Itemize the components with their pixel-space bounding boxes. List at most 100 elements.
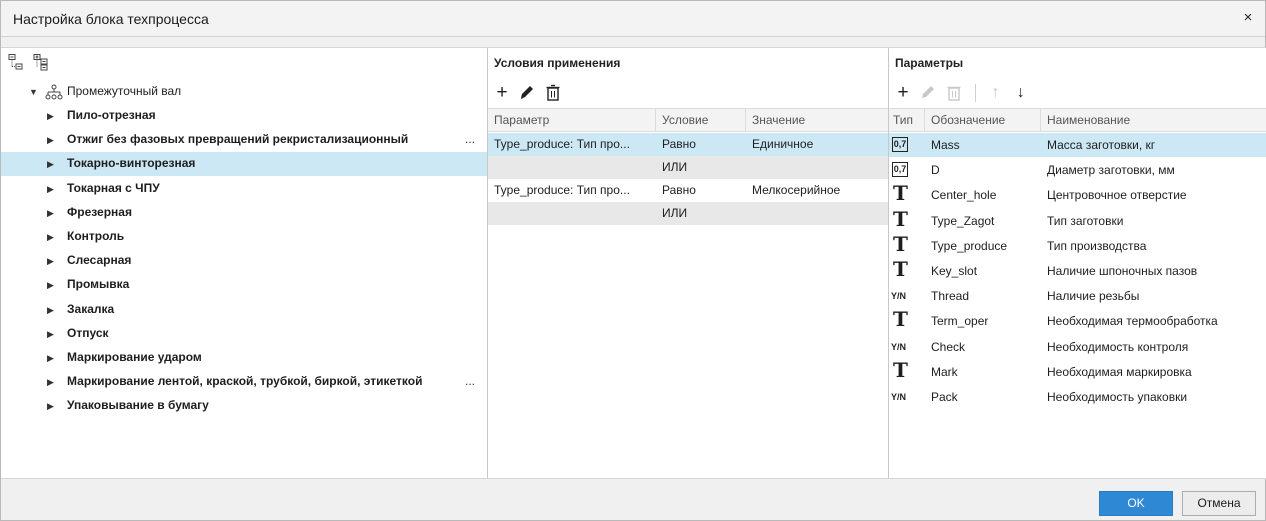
tree-item[interactable]: ▶ Отпуск bbox=[1, 322, 487, 346]
tree-item-label: Слесарная bbox=[67, 253, 132, 268]
tree-item-label: Токарно-винторезная bbox=[67, 156, 196, 171]
col-type-header[interactable]: Тип bbox=[889, 109, 925, 132]
parameter-row[interactable]: T Center_hole Центровочное отверстие bbox=[889, 183, 1266, 207]
tree-item-label: Упаковывание в бумагу bbox=[67, 398, 209, 413]
param-name-cell: Наличие шпоночных пазов bbox=[1047, 264, 1198, 278]
chevron-right-icon[interactable]: ▶ bbox=[47, 353, 55, 363]
param-code-cell: Term_oper bbox=[931, 314, 989, 329]
condition-param-cell: Type_produce: Тип про... bbox=[494, 137, 630, 151]
tree-item-label: Фрезерная bbox=[67, 204, 132, 219]
col-name-header[interactable]: Наименование bbox=[1041, 109, 1266, 132]
tree-item[interactable]: ▶ Фрезерная bbox=[1, 201, 487, 225]
parameter-row[interactable]: 0,7 D Диаметр заготовки, мм bbox=[889, 158, 1266, 182]
param-code-cell: Type_Zagot bbox=[931, 213, 995, 228]
condition-param-cell: Type_produce: Тип про... bbox=[494, 183, 630, 197]
tree-item-label: Отжиг без фазовых превращений рекристали… bbox=[67, 132, 409, 147]
title-bar: Настройка блока техпроцесса × bbox=[1, 1, 1265, 37]
param-code-cell: Mass bbox=[931, 138, 960, 152]
col-condition-header[interactable]: Условие bbox=[656, 109, 746, 132]
tree-item[interactable]: ▶ Маркирование ударом bbox=[1, 346, 487, 370]
col-param-header[interactable]: Параметр bbox=[488, 109, 656, 132]
add-icon[interactable]: + bbox=[492, 83, 512, 103]
parameters-title: Параметры bbox=[895, 56, 964, 70]
move-up-icon: ↑ bbox=[991, 84, 1000, 101]
parameter-row[interactable]: T Type_produce Тип производства bbox=[889, 234, 1266, 258]
tree-item-label: Маркирование лентой, краской, трубкой, б… bbox=[67, 374, 423, 389]
text-type-icon: T bbox=[893, 181, 908, 206]
add-icon[interactable]: + bbox=[893, 83, 913, 103]
close-icon[interactable]: × bbox=[1237, 7, 1259, 29]
tree-item[interactable]: ▶ Токарно-винторезная bbox=[1, 152, 487, 177]
condition-row[interactable]: Type_produce: Тип про... Равно Единичное bbox=[488, 133, 888, 156]
chevron-right-icon[interactable]: ▶ bbox=[47, 305, 55, 315]
tree-item-label: Промывка bbox=[67, 277, 130, 292]
move-down-icon[interactable]: ↓ bbox=[1011, 83, 1031, 103]
or-label: ИЛИ bbox=[662, 160, 688, 174]
conditions-title: Условия применения bbox=[494, 56, 621, 70]
trash-icon[interactable] bbox=[543, 83, 563, 103]
chevron-right-icon[interactable]: ▶ bbox=[47, 329, 55, 339]
chevron-right-icon[interactable]: ▶ bbox=[47, 111, 55, 121]
cancel-button[interactable]: Отмена bbox=[1182, 491, 1256, 516]
tree-item[interactable]: ▶ Контроль bbox=[1, 225, 487, 249]
param-name-cell: Масса заготовки, кг bbox=[1047, 138, 1156, 152]
chevron-down-icon[interactable]: ▼ bbox=[29, 87, 38, 97]
expand-all-icon[interactable] bbox=[32, 53, 50, 71]
tree-item[interactable]: ▶ Упаковывание в бумагу bbox=[1, 394, 487, 418]
text-type-icon: T bbox=[893, 231, 908, 256]
parameter-row[interactable]: Y/N Thread Наличие резьбы bbox=[889, 284, 1266, 308]
param-code-cell: Type_produce bbox=[931, 238, 1008, 253]
parameters-toolbar: + ↑ ↓ bbox=[893, 83, 1033, 105]
conditions-toolbar: + bbox=[492, 83, 565, 105]
chevron-right-icon[interactable]: ▶ bbox=[47, 208, 55, 218]
param-code-cell: Thread bbox=[931, 289, 970, 304]
col-code-header[interactable]: Обозначение bbox=[925, 109, 1041, 132]
chevron-right-icon[interactable]: ▶ bbox=[47, 159, 55, 169]
number-type-icon: 0,7 bbox=[892, 162, 908, 178]
parameter-row[interactable]: T Term_oper Необходимая термообработка bbox=[889, 309, 1266, 333]
boolean-type-icon: Y/N bbox=[891, 392, 907, 402]
condition-row[interactable]: Type_produce: Тип про... Равно Мелкосерийн… bbox=[488, 179, 888, 202]
tree-item[interactable]: ▶ Маркирование лентой, краской, трубкой, … bbox=[1, 370, 487, 394]
boolean-type-icon: Y/N bbox=[891, 291, 907, 302]
tree-item[interactable]: ▶ Пило-отрезная bbox=[1, 104, 487, 128]
parameter-row[interactable]: T Mark Необходимая маркировка bbox=[889, 360, 1266, 384]
parameter-row[interactable]: Y/N Pack Необходимость упаковки bbox=[889, 385, 1266, 409]
chevron-right-icon[interactable]: ▶ bbox=[47, 184, 55, 194]
tree-item-label: Закалка bbox=[67, 301, 115, 316]
tree-item[interactable]: ▶ Промывка bbox=[1, 273, 487, 297]
chevron-right-icon[interactable]: ▶ bbox=[47, 232, 55, 242]
process-tree-panel: ▼ Промежуточный вал ▶ Пило-отрезная ▶ Отжиг… bbox=[1, 48, 488, 478]
col-value-header[interactable]: Значение bbox=[746, 109, 889, 132]
parameter-row[interactable]: Y/N Check Необходимость контроля bbox=[889, 335, 1266, 359]
or-label: ИЛИ bbox=[662, 206, 688, 220]
parameter-row[interactable]: T Key_slot Наличие шпоночных пазов bbox=[889, 259, 1266, 283]
chevron-right-icon[interactable]: ▶ bbox=[47, 280, 55, 290]
condition-value-cell: Мелкосерийное bbox=[752, 183, 841, 197]
tree-item[interactable]: ▶ Отжиг без фазовых превращений рекристал… bbox=[1, 128, 487, 152]
collapse-all-icon[interactable] bbox=[7, 53, 25, 71]
text-type-icon: T bbox=[893, 206, 908, 231]
chevron-right-icon[interactable]: ▶ bbox=[47, 377, 55, 387]
tree-item[interactable]: ▶ Слесарная bbox=[1, 249, 487, 273]
parameter-row[interactable]: T Type_Zagot Тип заготовки bbox=[889, 209, 1266, 233]
tree-root-item[interactable]: ▼ Промежуточный вал bbox=[1, 80, 487, 104]
boolean-type-icon: Y/N bbox=[891, 341, 907, 352]
chevron-right-icon[interactable]: ▶ bbox=[47, 401, 55, 411]
parameters-header: Тип Обозначение Наименование bbox=[889, 108, 1266, 132]
condition-or-row[interactable]: ИЛИ bbox=[488, 202, 888, 225]
parameters-panel: Параметры + ↑ ↓ Тип Обозначение Наименов… bbox=[889, 48, 1266, 478]
tree-item[interactable]: ▶ Токарная с ЧПУ bbox=[1, 177, 487, 201]
conditions-header: Параметр Условие Значение bbox=[488, 108, 888, 132]
pencil-icon[interactable] bbox=[517, 83, 537, 103]
condition-or-row[interactable]: ИЛИ bbox=[488, 156, 888, 179]
trash-icon bbox=[947, 86, 961, 101]
chevron-right-icon[interactable]: ▶ bbox=[47, 135, 55, 145]
text-type-icon: T bbox=[893, 357, 908, 382]
chevron-right-icon[interactable]: ▶ bbox=[47, 256, 55, 266]
ok-button[interactable]: OK bbox=[1099, 491, 1173, 516]
dialog-window: Настройка блока техпроцесса × ▼ Промежут… bbox=[0, 0, 1266, 521]
parameter-row[interactable]: 0,7 Mass Масса заготовки, кг bbox=[889, 133, 1266, 157]
tree-item[interactable]: ▶ Закалка bbox=[1, 298, 487, 322]
param-name-cell: Необходимая маркировка bbox=[1047, 364, 1192, 379]
